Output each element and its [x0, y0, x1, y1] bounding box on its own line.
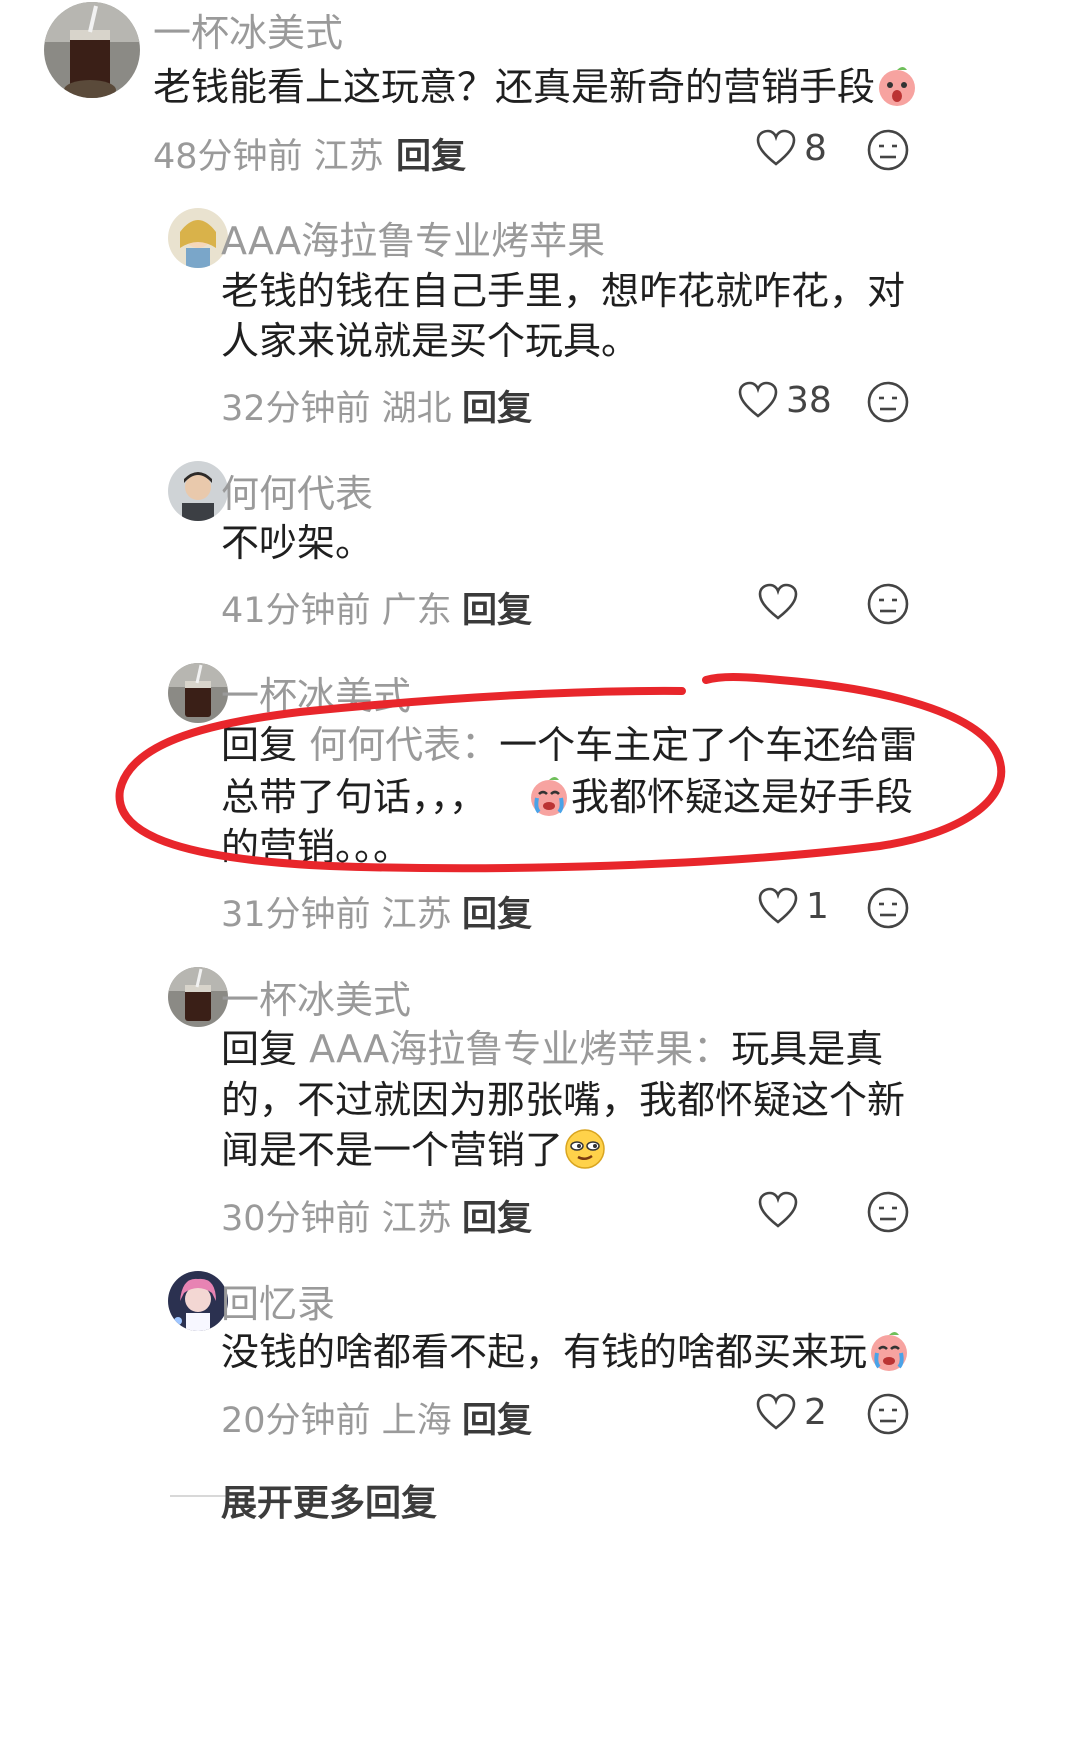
reply-text-line: 回复 何何代表：一个车主定了个车还给雷	[221, 716, 917, 774]
reply-text-line: 的营销。。。	[221, 825, 412, 869]
heart-outline-icon	[758, 583, 798, 620]
crying-peach-emoji-icon	[531, 777, 568, 816]
like-button[interactable]: 38	[738, 376, 832, 424]
shocked-peach-emoji-icon	[879, 67, 916, 106]
reply-prefix: 回复	[221, 723, 298, 767]
like-button[interactable]: 8	[756, 124, 827, 172]
reply-text-line: 人家来说就是买个玩具。	[221, 319, 640, 363]
reply-time-location: 31分钟前 江苏	[221, 895, 452, 935]
like-button[interactable]: 2	[756, 1388, 827, 1436]
neutral-face-icon[interactable]	[866, 886, 910, 930]
reply-text-content: 没钱的啥都看不起，有钱的啥都买来玩	[221, 1330, 868, 1374]
reply-button[interactable]: 回复	[462, 886, 532, 937]
reply-username[interactable]: 一杯冰美式	[221, 969, 411, 1024]
heart-outline-icon	[756, 1393, 796, 1430]
neutral-face-icon[interactable]	[866, 1190, 910, 1234]
reply-time-location: 30分钟前 江苏	[221, 1199, 452, 1239]
reply-button[interactable]: 回复	[462, 380, 532, 431]
reply-text-content: 一个车主定了个车还给雷	[499, 723, 918, 767]
expand-more-replies-button[interactable]: 展开更多回复	[221, 1474, 437, 1526]
smirk-face-emoji-icon	[565, 1129, 605, 1169]
like-count: 8	[804, 127, 827, 169]
reply-time-location: 20分钟前 上海	[221, 1401, 452, 1441]
reply-target-username[interactable]: AAA海拉鲁专业烤苹果：	[309, 1027, 731, 1071]
like-button[interactable]	[758, 578, 798, 626]
reply-text-line: 没钱的啥都看不起，有钱的啥都买来玩	[221, 1323, 911, 1381]
comment-thread: 一杯冰美式 老钱能看上这玩意？还真是新奇的营销手段 48分钟前 江苏 回复 8 …	[0, 0, 1080, 1760]
reply-text-content: 我都怀疑这是好手段	[571, 775, 914, 819]
reply-text-line: 闻是不是一个营销了	[221, 1121, 607, 1179]
neutral-face-icon[interactable]	[866, 1392, 910, 1436]
reply-button[interactable]: 回复	[462, 582, 532, 633]
like-count: 38	[786, 379, 832, 421]
neutral-face-icon[interactable]	[866, 128, 910, 172]
like-count: 1	[806, 885, 829, 927]
reply-text-content: 总带了句话，，，	[221, 775, 488, 819]
reply-username[interactable]: 回忆录	[221, 1273, 335, 1328]
like-count: 2	[804, 1391, 827, 1433]
reply-text-content: 玩具是真	[731, 1027, 884, 1071]
reply-prefix: 回复	[221, 1027, 298, 1071]
reply-button[interactable]: 回复	[396, 128, 466, 179]
reply-text-content: 闻是不是一个营销了	[221, 1128, 564, 1172]
reply-text-line: 回复 AAA海拉鲁专业烤苹果：玩具是真	[221, 1020, 883, 1078]
avatar[interactable]	[168, 461, 228, 521]
reply-username[interactable]: 何何代表	[221, 463, 373, 518]
heart-outline-icon	[758, 1191, 798, 1228]
comment-time-location: 48分钟前 江苏	[153, 137, 384, 177]
reply-time-location: 32分钟前 湖北	[221, 389, 452, 429]
like-button[interactable]: 1	[758, 882, 829, 930]
expand-divider	[170, 1495, 228, 1497]
reply-text-line: 不吵架。	[221, 521, 374, 565]
neutral-face-icon[interactable]	[866, 582, 910, 626]
like-button[interactable]	[758, 1186, 798, 1234]
comment-text-content: 老钱能看上这玩意？还真是新奇的营销手段	[153, 65, 876, 109]
reply-time-location: 41分钟前 广东	[221, 591, 452, 631]
avatar[interactable]	[168, 208, 228, 268]
comment-username[interactable]: 一杯冰美式	[153, 2, 343, 57]
heart-outline-icon	[758, 887, 798, 924]
neutral-face-icon[interactable]	[866, 380, 910, 424]
reply-button[interactable]: 回复	[462, 1190, 532, 1241]
reply-username[interactable]: AAA海拉鲁专业烤苹果	[221, 210, 605, 265]
reply-button[interactable]: 回复	[462, 1392, 532, 1443]
reply-target-username[interactable]: 何何代表：	[309, 723, 499, 767]
avatar[interactable]	[168, 967, 228, 1027]
avatar[interactable]	[44, 2, 140, 98]
avatar[interactable]	[168, 663, 228, 723]
avatar[interactable]	[168, 1271, 228, 1331]
reply-username[interactable]: 一杯冰美式	[221, 665, 411, 720]
comment-text: 老钱能看上这玩意？还真是新奇的营销手段	[153, 58, 919, 116]
heart-outline-icon	[738, 381, 778, 418]
crying-peach-emoji-icon	[871, 1332, 908, 1371]
heart-outline-icon	[756, 129, 796, 166]
